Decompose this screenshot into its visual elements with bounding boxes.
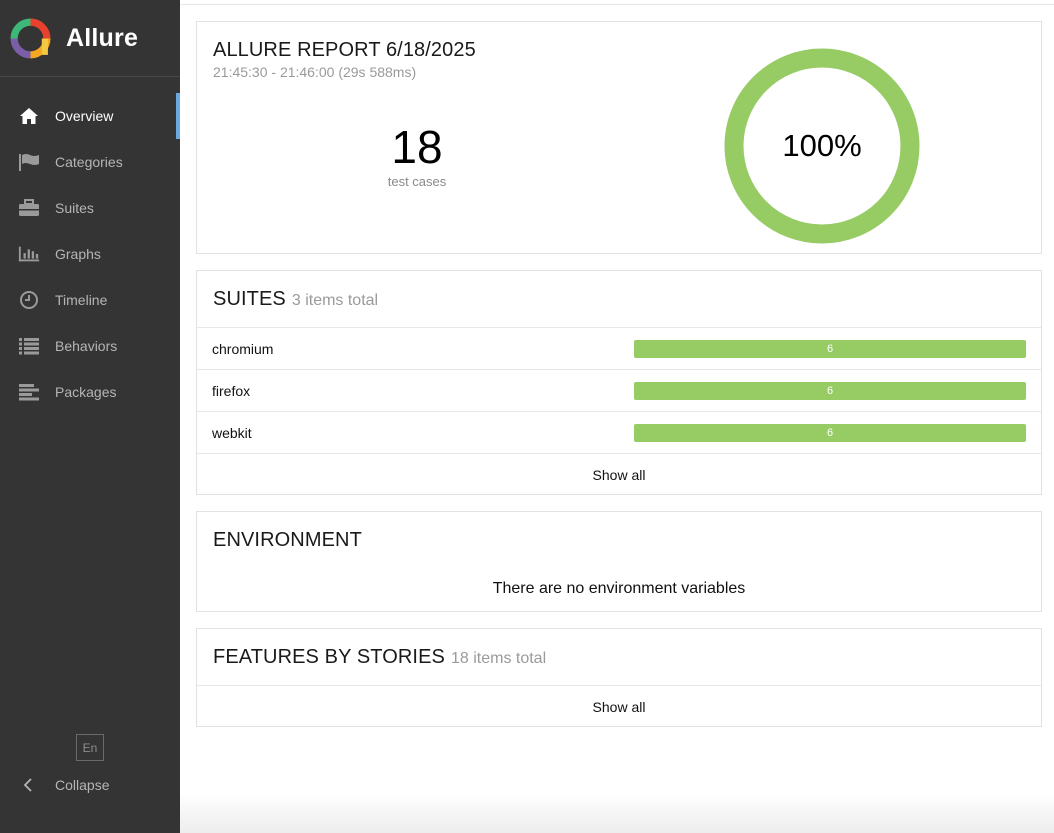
briefcase-icon xyxy=(18,198,40,218)
chevron-left-icon xyxy=(18,778,38,792)
sidebar-item-label: Categories xyxy=(55,154,123,170)
test-case-count-label: test cases xyxy=(387,174,447,189)
sidebar: Allure Overview Categories Suites Graphs… xyxy=(0,0,180,833)
sidebar-item-label: Suites xyxy=(55,200,94,216)
features-header: FEATURES BY STORIES 18 items total xyxy=(197,629,1041,686)
suite-passed-bar: 6 xyxy=(634,424,1026,442)
suite-passed-bar: 6 xyxy=(634,382,1026,400)
suites-widget: SUITES 3 items total chromium 6 firefox … xyxy=(196,270,1042,495)
suite-row[interactable]: firefox 6 xyxy=(197,370,1041,412)
pass-rate-value: 100% xyxy=(782,128,862,163)
home-icon xyxy=(18,106,40,126)
collapse-button[interactable]: Collapse xyxy=(18,772,109,798)
summary-widget: ALLURE REPORT 6/18/2025 21:45:30 - 21:46… xyxy=(196,21,1042,254)
divider xyxy=(180,4,1054,5)
environment-widget: ENVIRONMENT There are no environment var… xyxy=(196,511,1042,612)
sidebar-item-suites[interactable]: Suites xyxy=(0,185,180,231)
test-case-count: 18 xyxy=(391,121,443,173)
clock-icon xyxy=(18,290,40,310)
sidebar-item-overview[interactable]: Overview xyxy=(0,93,180,139)
bottom-fade xyxy=(180,793,1054,833)
features-title: FEATURES BY STORIES xyxy=(213,645,445,668)
sidebar-item-label: Graphs xyxy=(55,246,101,262)
environment-title: ENVIRONMENT xyxy=(213,529,362,551)
sidebar-item-categories[interactable]: Categories xyxy=(0,139,180,185)
features-show-all-link[interactable]: Show all xyxy=(197,686,1041,727)
sidebar-item-label: Packages xyxy=(55,384,117,400)
sidebar-item-timeline[interactable]: Timeline xyxy=(0,277,180,323)
sidebar-item-packages[interactable]: Packages xyxy=(0,369,180,415)
brand-name: Allure xyxy=(66,23,139,52)
features-widget: FEATURES BY STORIES 18 items total Show … xyxy=(196,628,1042,727)
app-window: Allure Overview Categories Suites Graphs… xyxy=(0,0,1054,833)
sidebar-nav: Overview Categories Suites Graphs Timeli… xyxy=(0,93,180,415)
report-title: ALLURE REPORT 6/18/2025 xyxy=(213,39,476,61)
suites-header: SUITES 3 items total xyxy=(197,271,1041,328)
flag-icon xyxy=(18,152,40,172)
suite-name: chromium xyxy=(212,341,274,357)
suite-name: firefox xyxy=(212,383,251,399)
suites-show-all-link[interactable]: Show all xyxy=(197,454,1041,495)
allure-logo-icon xyxy=(10,18,51,58)
suite-row[interactable]: chromium 6 xyxy=(197,328,1041,370)
suite-passed-bar: 6 xyxy=(634,340,1026,358)
list-icon xyxy=(18,336,40,356)
sidebar-item-label: Timeline xyxy=(55,292,108,308)
collapse-label: Collapse xyxy=(55,777,110,793)
bar-chart-icon xyxy=(18,244,40,264)
brand[interactable]: Allure xyxy=(0,0,180,77)
align-left-icon xyxy=(18,382,40,402)
suite-name: webkit xyxy=(212,425,252,441)
sidebar-item-label: Overview xyxy=(55,108,114,124)
suites-total: 3 items total xyxy=(291,291,379,309)
features-total: 18 items total xyxy=(450,649,547,667)
sidebar-item-behaviors[interactable]: Behaviors xyxy=(0,323,180,369)
language-switch[interactable]: En xyxy=(76,734,104,761)
suite-row[interactable]: webkit 6 xyxy=(197,412,1041,454)
report-time-range: 21:45:30 - 21:46:00 (29s 588ms) xyxy=(213,64,417,80)
main-content: ALLURE REPORT 6/18/2025 21:45:30 - 21:46… xyxy=(180,0,1054,833)
sidebar-item-label: Behaviors xyxy=(55,338,118,354)
sidebar-item-graphs[interactable]: Graphs xyxy=(0,231,180,277)
environment-empty-message: There are no environment variables xyxy=(492,580,746,597)
suites-title: SUITES xyxy=(213,287,286,310)
